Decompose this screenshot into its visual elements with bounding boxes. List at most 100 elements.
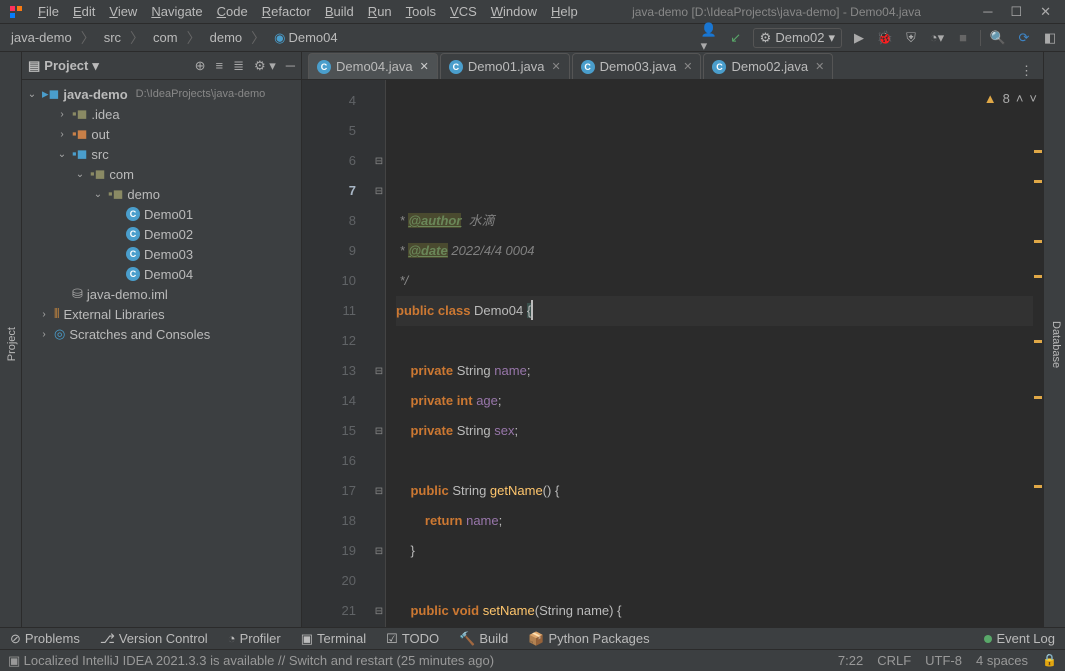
readonly-lock-icon[interactable]: 🔒 (1042, 653, 1057, 668)
menu-navigate[interactable]: Navigate (145, 2, 208, 21)
hide-panel-icon[interactable]: ─ (286, 58, 295, 74)
file-encoding[interactable]: UTF-8 (925, 653, 962, 668)
close-tab-icon[interactable]: ✕ (815, 60, 824, 73)
menu-edit[interactable]: Edit (67, 2, 101, 21)
tree-item[interactable]: ⌄▪◼ demo (22, 184, 301, 204)
tree-item[interactable]: ⌄▪◼ com (22, 164, 301, 184)
expand-all-icon[interactable]: ≡ (215, 58, 223, 74)
back-arrow-icon[interactable]: ↙ (727, 29, 745, 47)
debug-button[interactable]: 🐞 (876, 29, 894, 47)
breadcrumb-item[interactable]: java-demo (6, 28, 77, 47)
tree-item[interactable]: C Demo03 (22, 244, 301, 264)
profile-button[interactable]: ◔▾ (928, 29, 946, 47)
tree-item[interactable]: ⌄▪◼ src (22, 144, 301, 164)
code-line[interactable] (396, 446, 1033, 476)
tree-item[interactable]: ›▪◼ out (22, 124, 301, 144)
menu-tools[interactable]: Tools (400, 2, 442, 21)
menu-refactor[interactable]: Refactor (256, 2, 317, 21)
tool-tab-project[interactable]: Project (3, 322, 21, 366)
code-line[interactable]: } (396, 536, 1033, 566)
warning-marker[interactable] (1034, 340, 1042, 343)
fold-gutter[interactable]: ⊟⊟⊟⊟⊟⊟⊟ (372, 80, 386, 627)
toolwindow-terminal[interactable]: ▣ Terminal (301, 631, 366, 647)
warning-marker[interactable] (1034, 275, 1042, 278)
project-tree[interactable]: ⌄▸◼ java-demoD:\IdeaProjects\java-demo›▪… (22, 80, 301, 627)
menu-run[interactable]: Run (362, 2, 398, 21)
caret-position[interactable]: 7:22 (838, 653, 863, 668)
minimize-button[interactable]: ─ (983, 4, 992, 20)
search-button[interactable]: 🔍 (989, 29, 1007, 47)
line-separator[interactable]: CRLF (877, 653, 911, 668)
warning-marker[interactable] (1034, 240, 1042, 243)
toolwindow-problems[interactable]: ⊘ Problems (10, 631, 80, 647)
ide-button[interactable]: ◧ (1041, 29, 1059, 47)
toolwindow-todo[interactable]: ☑ TODO (386, 631, 439, 647)
editor-tab[interactable]: CDemo02.java✕ (703, 53, 833, 79)
fold-toggle-icon[interactable]: ⊟ (374, 426, 384, 436)
code-line[interactable]: public class Demo04 { (396, 296, 1033, 326)
collapse-all-icon[interactable]: ≣ (233, 58, 244, 74)
code-line[interactable]: this.name = name; (396, 626, 1033, 627)
tree-item[interactable]: ›▪◼ .idea (22, 104, 301, 124)
status-message[interactable]: Localized IntelliJ IDEA 2021.3.3 is avai… (24, 653, 494, 668)
close-tab-icon[interactable]: ✕ (551, 60, 560, 73)
prev-highlight-icon[interactable]: ˄ (1016, 84, 1024, 114)
code-line[interactable]: return name; (396, 506, 1033, 536)
maximize-button[interactable]: ☐ (1010, 4, 1022, 20)
stop-button[interactable]: ■ (954, 29, 972, 47)
run-config-selector[interactable]: ⚙ Demo02 ▾ (753, 28, 842, 48)
run-button[interactable]: ▶ (850, 29, 868, 47)
tree-item[interactable]: ›◎ Scratches and Consoles (22, 324, 301, 344)
toolwindow-build[interactable]: 🔨 Build (459, 631, 508, 647)
fold-toggle-icon[interactable]: ⊟ (374, 156, 384, 166)
settings-icon[interactable]: ⚙ ▾ (254, 58, 276, 74)
close-tab-icon[interactable]: ✕ (683, 60, 692, 73)
breadcrumb-item[interactable]: demo (205, 28, 248, 47)
editor-tab[interactable]: CDemo04.java✕ (308, 53, 438, 79)
warning-marker[interactable] (1034, 396, 1042, 399)
breadcrumb-item[interactable]: com (148, 28, 183, 47)
event-log-button[interactable]: Event Log (984, 631, 1055, 646)
breadcrumb-item[interactable]: ◉Demo04 (269, 28, 342, 48)
editor-tab[interactable]: CDemo01.java✕ (440, 53, 570, 79)
code-line[interactable]: private String name; (396, 356, 1033, 386)
tree-item[interactable]: C Demo01 (22, 204, 301, 224)
fold-toggle-icon[interactable]: ⊟ (374, 486, 384, 496)
coverage-button[interactable]: ⛨ (902, 29, 920, 47)
tree-item[interactable]: ⛁ java-demo.iml (22, 284, 301, 304)
project-panel-title[interactable]: ▤ Project ▾ (28, 58, 99, 74)
menu-code[interactable]: Code (211, 2, 254, 21)
code-line[interactable]: * @date 2022/4/4 0004 (396, 236, 1033, 266)
code-line[interactable]: public String getName() { (396, 476, 1033, 506)
code-line[interactable]: * @author 水滴 (396, 206, 1033, 236)
menu-file[interactable]: File (32, 2, 65, 21)
status-widget-icon[interactable]: ▣ (8, 653, 20, 669)
tree-item[interactable]: C Demo04 (22, 264, 301, 284)
tree-root[interactable]: ⌄▸◼ java-demoD:\IdeaProjects\java-demo (22, 84, 301, 104)
indent-setting[interactable]: 4 spaces (976, 653, 1028, 668)
inspection-summary[interactable]: ▲ 8 ˄ ˅ (984, 84, 1037, 114)
tabs-menu-icon[interactable]: ⋮ (1010, 63, 1043, 79)
warning-marker[interactable] (1034, 150, 1042, 153)
fold-toggle-icon[interactable]: ⊟ (374, 366, 384, 376)
menu-vcs[interactable]: VCS (444, 2, 483, 21)
user-icon[interactable]: 👤▾ (701, 29, 719, 47)
toolwindow-version-control[interactable]: ⎇ Version Control (100, 631, 208, 647)
toolwindow-python-packages[interactable]: 📦 Python Packages (528, 631, 649, 647)
editor-tab[interactable]: CDemo03.java✕ (572, 53, 702, 79)
fold-toggle-icon[interactable]: ⊟ (374, 546, 384, 556)
breadcrumb-item[interactable]: src (99, 28, 126, 47)
tree-item[interactable]: C Demo02 (22, 224, 301, 244)
code-line[interactable] (396, 566, 1033, 596)
menu-view[interactable]: View (103, 2, 143, 21)
fold-toggle-icon[interactable]: ⊟ (374, 186, 384, 196)
code-editor[interactable]: 456789101112131415161718192021 ⊟⊟⊟⊟⊟⊟⊟ ▲… (302, 80, 1043, 627)
code-line[interactable]: private int age; (396, 386, 1033, 416)
code-line[interactable]: private String sex; (396, 416, 1033, 446)
menu-build[interactable]: Build (319, 2, 360, 21)
tree-item[interactable]: ›⫴ External Libraries (22, 304, 301, 324)
warning-marker[interactable] (1034, 485, 1042, 488)
code-line[interactable] (396, 326, 1033, 356)
error-stripe[interactable] (1033, 80, 1043, 627)
menu-window[interactable]: Window (485, 2, 543, 21)
